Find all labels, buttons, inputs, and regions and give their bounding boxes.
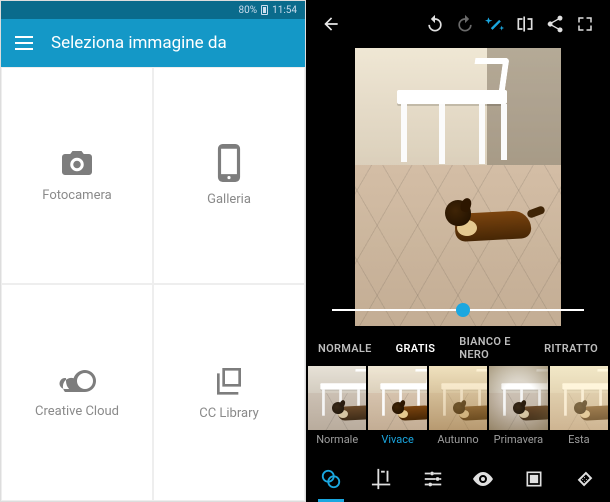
intensity-slider[interactable]	[332, 302, 584, 318]
fullscreen-button[interactable]	[570, 15, 600, 33]
source-label: CC Library	[199, 406, 259, 421]
tab-normale[interactable]: NORMALE	[306, 342, 384, 355]
filter-estate[interactable]: Esta	[550, 366, 608, 456]
source-label: Fotocamera	[42, 188, 111, 203]
phone-icon	[217, 144, 241, 182]
source-label: Creative Cloud	[35, 404, 119, 419]
share-button[interactable]	[540, 14, 570, 34]
status-time: 11:54	[272, 5, 297, 16]
filter-autunno[interactable]: Autunno	[429, 366, 487, 456]
editor-bottombar	[306, 456, 610, 502]
compare-button[interactable]	[510, 14, 540, 34]
filter-label: Autunno	[437, 433, 478, 446]
undo-icon	[425, 14, 445, 34]
menu-icon[interactable]	[15, 36, 33, 50]
filter-primavera[interactable]: Primavera	[489, 366, 547, 456]
camera-icon	[58, 148, 96, 178]
magic-wand-icon	[485, 14, 505, 34]
redo-button[interactable]	[450, 14, 480, 34]
app-bar: Seleziona immagine da	[1, 19, 305, 67]
share-icon	[545, 14, 565, 34]
fullscreen-icon	[576, 15, 594, 33]
photo-preview	[355, 48, 561, 326]
frame-icon	[524, 469, 544, 489]
tab-ritratto[interactable]: RITRATTO	[532, 342, 610, 355]
tool-frames[interactable]	[513, 456, 555, 502]
filter-thumbnails: Normale Vivace Autunno Primavera Esta	[306, 366, 610, 456]
filter-label: Primavera	[494, 433, 543, 446]
tool-redeye[interactable]	[462, 456, 504, 502]
battery-icon	[261, 5, 268, 15]
back-button[interactable]	[316, 14, 346, 34]
source-camera[interactable]: Fotocamera	[1, 67, 153, 284]
filter-label: Vivace	[381, 433, 414, 446]
tool-heal[interactable]	[564, 456, 606, 502]
arrow-left-icon	[321, 14, 341, 34]
looks-icon	[320, 468, 342, 490]
source-grid: Fotocamera Galleria Creative Cloud CC Li…	[1, 67, 305, 501]
sliders-icon	[422, 468, 444, 490]
library-icon	[213, 364, 245, 396]
editor-canvas[interactable]	[306, 44, 610, 330]
editor-screen: NORMALE GRATIS BIANCO E NERO RITRATTO No…	[306, 0, 610, 502]
filter-vivace[interactable]: Vivace	[368, 366, 426, 456]
tool-looks[interactable]	[310, 456, 352, 502]
compare-icon	[515, 14, 535, 34]
crop-icon	[371, 468, 393, 490]
filter-label: Normale	[316, 433, 358, 446]
source-gallery[interactable]: Galleria	[153, 67, 305, 284]
tab-gratis[interactable]: GRATIS	[384, 342, 448, 355]
battery-pct: 80%	[239, 5, 258, 16]
source-cc-library[interactable]: CC Library	[153, 284, 305, 501]
status-bar: 80% 11:54	[1, 1, 305, 19]
creative-cloud-icon	[55, 366, 99, 394]
page-title: Seleziona immagine da	[51, 33, 227, 53]
filter-normale[interactable]: Normale	[308, 366, 366, 456]
tool-adjust[interactable]	[412, 456, 454, 502]
source-creative-cloud[interactable]: Creative Cloud	[1, 284, 153, 501]
tool-crop[interactable]	[361, 456, 403, 502]
undo-button[interactable]	[420, 14, 450, 34]
editor-topbar	[306, 4, 610, 44]
bandaid-icon	[574, 468, 596, 490]
tab-bianco-nero[interactable]: BIANCO E NERO	[447, 335, 532, 361]
filter-category-tabs: NORMALE GRATIS BIANCO E NERO RITRATTO	[306, 330, 610, 366]
auto-enhance-button[interactable]	[480, 14, 510, 34]
source-picker-screen: 80% 11:54 Seleziona immagine da Fotocame…	[0, 0, 306, 502]
filter-label: Esta	[568, 433, 590, 446]
source-label: Galleria	[207, 192, 251, 207]
redo-icon	[455, 14, 475, 34]
eye-icon	[471, 467, 495, 491]
